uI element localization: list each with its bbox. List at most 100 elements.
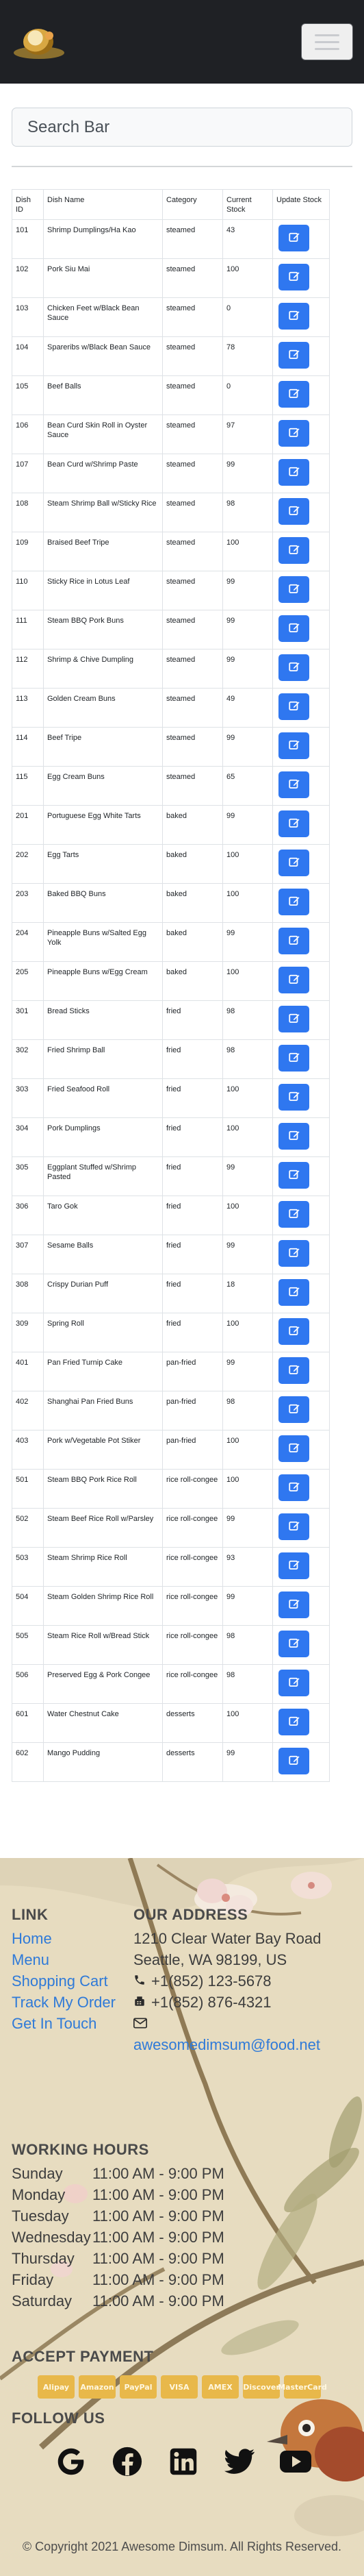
edit-icon <box>288 348 300 362</box>
edit-stock-button[interactable] <box>278 1592 309 1618</box>
edit-stock-button[interactable] <box>278 1006 309 1032</box>
dish-id-cell: 402 <box>12 1391 44 1431</box>
edit-stock-button[interactable] <box>278 1552 309 1579</box>
hours-row: Tuesday 11:00 AM - 9:00 PM <box>12 2205 354 2227</box>
update-stock-cell <box>272 649 330 689</box>
payment-heading: ACCEPT PAYMENT <box>12 2348 154 2365</box>
edit-stock-button[interactable] <box>278 967 309 993</box>
hours-day: Monday <box>12 2186 66 2203</box>
edit-stock-button[interactable] <box>278 732 309 759</box>
edit-stock-button[interactable] <box>278 1279 309 1306</box>
dish-id-cell: 307 <box>12 1235 44 1274</box>
edit-stock-button[interactable] <box>278 810 309 837</box>
edit-stock-button[interactable] <box>278 1670 309 1696</box>
edit-stock-button[interactable] <box>278 693 309 720</box>
edit-stock-button[interactable] <box>278 928 309 954</box>
edit-stock-button[interactable] <box>278 537 309 564</box>
dish-id-cell: 102 <box>12 258 44 298</box>
dimsum-logo-icon[interactable] <box>11 19 67 64</box>
edit-icon <box>288 1285 300 1300</box>
edit-stock-button[interactable] <box>278 342 309 369</box>
edit-stock-button[interactable] <box>278 1162 309 1189</box>
edit-stock-button[interactable] <box>278 1709 309 1735</box>
footer-link-get-in-touch[interactable]: Get In Touch <box>12 2013 128 2034</box>
table-row: 307 Sesame Balls fried 99 <box>12 1235 330 1274</box>
category-cell: fried <box>162 1313 223 1352</box>
edit-stock-button[interactable] <box>278 381 309 408</box>
edit-stock-button[interactable] <box>278 303 309 330</box>
update-stock-cell <box>272 454 330 493</box>
category-cell: rice roll-congee <box>162 1586 223 1626</box>
table-row: 403 Pork w/Vegetable Pot Stiker pan-fried 1… <box>12 1430 330 1470</box>
footer-link-menu[interactable]: Menu <box>12 1949 128 1970</box>
update-stock-cell <box>272 1586 330 1626</box>
dish-name-cell: Sesame Balls <box>43 1235 163 1274</box>
current-stock-cell: 99 <box>222 1508 273 1548</box>
hours-time: 11:00 AM - 9:00 PM <box>92 2229 224 2246</box>
edit-stock-button[interactable] <box>278 1318 309 1345</box>
dish-id-cell: 111 <box>12 610 44 649</box>
edit-icon <box>288 504 300 519</box>
edit-stock-button[interactable] <box>278 1396 309 1423</box>
edit-stock-button[interactable] <box>278 850 309 876</box>
search-placeholder: Search Bar <box>27 117 110 136</box>
table-row: 502 Steam Beef Rice Roll w/Parsley rice ro… <box>12 1508 330 1548</box>
update-stock-cell <box>272 375 330 415</box>
current-stock-cell: 100 <box>222 258 273 298</box>
footer-link-shopping-cart[interactable]: Shopping Cart <box>12 1970 128 1992</box>
edit-stock-button[interactable] <box>278 420 309 447</box>
edit-stock-button[interactable] <box>278 615 309 642</box>
update-stock-cell <box>272 1039 330 1079</box>
hours-row: Friday 11:00 AM - 9:00 PM <box>12 2269 354 2290</box>
edit-stock-button[interactable] <box>278 1513 309 1540</box>
edit-icon <box>288 1441 300 1456</box>
youtube-icon[interactable] <box>278 2444 313 2479</box>
edit-stock-button[interactable] <box>278 889 309 915</box>
edit-stock-button[interactable] <box>278 1474 309 1501</box>
edit-stock-button[interactable] <box>278 1123 309 1150</box>
navbar <box>0 0 364 84</box>
current-stock-cell: 99 <box>222 649 273 689</box>
edit-icon <box>288 1715 300 1729</box>
edit-stock-button[interactable] <box>278 771 309 798</box>
facebook-icon[interactable] <box>109 2444 145 2479</box>
edit-stock-button[interactable] <box>278 1748 309 1774</box>
edit-stock-button[interactable] <box>278 576 309 603</box>
table-row: 101 Shrimp Dumplings/Ha Kao steamed 43 <box>12 219 330 259</box>
edit-stock-button[interactable] <box>278 1631 309 1657</box>
dish-id-cell: 115 <box>12 766 44 806</box>
footer: LINK Home Menu Shopping Cart Track My Or… <box>0 1858 364 2576</box>
footer-link-track-my-order[interactable]: Track My Order <box>12 1992 128 2013</box>
edit-stock-button[interactable] <box>278 264 309 290</box>
update-stock-cell <box>272 610 330 649</box>
table-row: 113 Golden Cream Buns steamed 49 <box>12 688 330 728</box>
edit-stock-button[interactable] <box>278 1435 309 1462</box>
edit-stock-button[interactable] <box>278 1240 309 1267</box>
hours-time: 11:00 AM - 9:00 PM <box>92 2186 224 2203</box>
update-stock-cell <box>272 1156 330 1196</box>
dish-id-cell: 502 <box>12 1508 44 1548</box>
footer-link-home[interactable]: Home <box>12 1928 128 1949</box>
table-row: 402 Shanghai Pan Fried Buns pan-fried 98 <box>12 1391 330 1431</box>
table-row: 110 Sticky Rice in Lotus Leaf steamed 99 <box>12 571 330 610</box>
twitter-icon[interactable] <box>222 2444 257 2479</box>
edit-stock-button[interactable] <box>278 1357 309 1384</box>
edit-stock-button[interactable] <box>278 225 309 251</box>
current-stock-cell: 0 <box>222 297 273 337</box>
edit-stock-button[interactable] <box>278 654 309 681</box>
google-icon[interactable] <box>53 2444 89 2479</box>
email-link[interactable]: awesomedimsum@food.net <box>133 2034 359 2055</box>
dish-id-cell: 401 <box>12 1352 44 1391</box>
edit-stock-button[interactable] <box>278 459 309 486</box>
edit-stock-button[interactable] <box>278 498 309 525</box>
update-stock-cell <box>272 1664 330 1704</box>
edit-icon <box>288 1090 300 1104</box>
linkedin-icon[interactable] <box>166 2444 201 2479</box>
edit-stock-button[interactable] <box>278 1045 309 1072</box>
hamburger-menu-icon[interactable] <box>301 23 353 60</box>
edit-stock-button[interactable] <box>278 1201 309 1228</box>
fax-row: +1(852) 876-4321 <box>133 1992 359 2013</box>
edit-stock-button[interactable] <box>278 1084 309 1111</box>
search-input[interactable]: Search Bar <box>12 108 352 147</box>
dish-id-cell: 106 <box>12 414 44 454</box>
